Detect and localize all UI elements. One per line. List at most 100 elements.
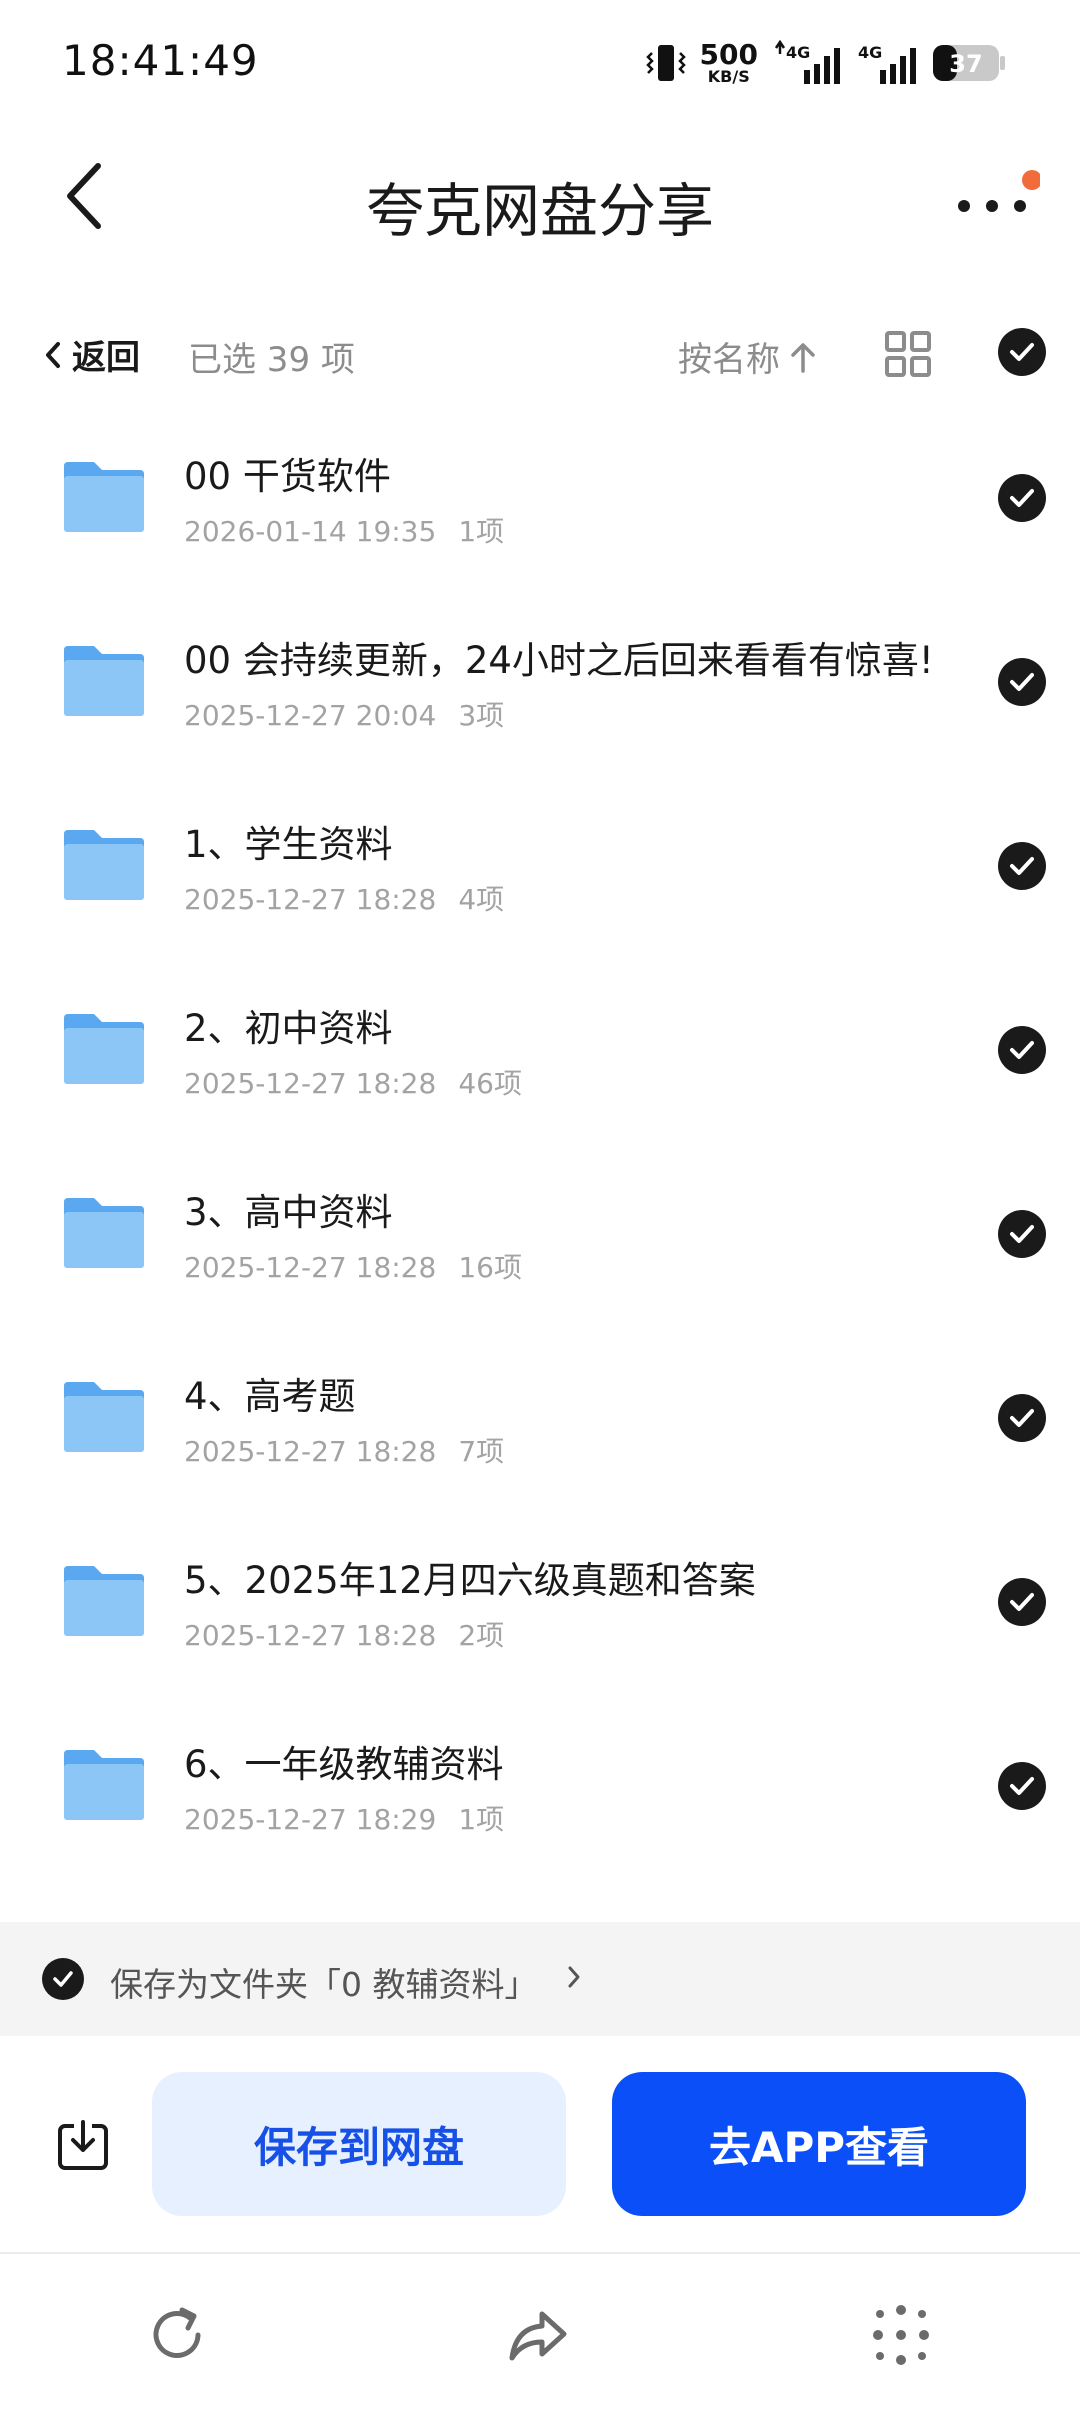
file-date: 2025-12-27 18:28	[184, 1435, 437, 1468]
battery-icon: 37	[932, 44, 1006, 82]
file-name: 5、2025年12月四六级真题和答案	[184, 1559, 756, 1602]
file-count: 46项	[458, 1067, 522, 1100]
file-date: 2025-12-27 18:28	[184, 1251, 437, 1284]
signal-2-label: 4G	[858, 43, 882, 62]
status-icons: 500 KB/S 4G 4G 37	[645, 38, 1006, 88]
status-time: 18:41:49	[62, 36, 259, 85]
list-item[interactable]: 1、学生资料 2025-12-27 18:28 4项	[0, 788, 1080, 972]
sort-button[interactable]: 按名称	[678, 332, 816, 381]
signal-1-icon: 4G	[774, 40, 840, 84]
file-meta: 2025-12-27 18:29 1项	[184, 1798, 504, 1838]
list-toolbar: 返回 已选 39 项 按名称	[0, 318, 1080, 388]
net-speed-value: 500	[699, 38, 758, 71]
item-checkbox[interactable]	[998, 1210, 1046, 1258]
file-count: 1项	[458, 515, 505, 548]
checkmark-icon	[1010, 1593, 1034, 1611]
refresh-icon[interactable]	[142, 2300, 212, 2370]
file-name: 00 会持续更新，24小时之后回来看看有惊喜!	[184, 639, 934, 682]
chevron-left-small-icon	[46, 341, 60, 368]
bottom-nav	[0, 2254, 1080, 2414]
folder-icon	[64, 1198, 144, 1268]
file-date: 2025-12-27 18:28	[184, 883, 437, 916]
list-item[interactable]: 5、2025年12月四六级真题和答案 2025-12-27 18:28 2项	[0, 1524, 1080, 1708]
item-checkbox[interactable]	[998, 1762, 1046, 1810]
item-checkbox[interactable]	[998, 1026, 1046, 1074]
folder-icon	[64, 1014, 144, 1084]
list-item[interactable]: 00 会持续更新，24小时之后回来看看有惊喜! 2025-12-27 20:04…	[0, 604, 1080, 788]
list-item[interactable]: 4、高考题 2025-12-27 18:28 7项	[0, 1340, 1080, 1524]
file-count: 4项	[458, 883, 505, 916]
checkmark-icon	[1010, 1409, 1034, 1427]
file-meta: 2025-12-27 18:28 46项	[184, 1062, 522, 1102]
save-as-folder-checkbox[interactable]	[42, 1958, 84, 2000]
item-checkbox[interactable]	[998, 474, 1046, 522]
dots-grid-icon[interactable]	[866, 2300, 936, 2370]
folder-icon	[64, 1382, 144, 1452]
save-as-folder-option[interactable]: 保存为文件夹「0 教辅资料」	[0, 1922, 1080, 2036]
file-name: 3、高中资料	[184, 1191, 393, 1234]
list-item[interactable]: 00 干货软件 2026-01-14 19:35 1项	[0, 420, 1080, 604]
file-list: 00 干货软件 2026-01-14 19:35 1项 00 会持续更新，24小时…	[0, 420, 1080, 1892]
file-meta: 2025-12-27 18:28 7项	[184, 1430, 504, 1470]
file-count: 7项	[458, 1435, 505, 1468]
file-name: 4、高考题	[184, 1375, 356, 1418]
save-to-drive-button[interactable]: 保存到网盘	[152, 2072, 566, 2216]
list-item[interactable]: 2、初中资料 2025-12-27 18:28 46项	[0, 972, 1080, 1156]
file-name: 1、学生资料	[184, 823, 393, 866]
notification-dot	[1022, 170, 1040, 190]
item-checkbox[interactable]	[998, 1578, 1046, 1626]
checkmark-icon	[1010, 1777, 1034, 1795]
select-all-checkbox[interactable]	[998, 328, 1046, 376]
more-dots-icon[interactable]	[950, 168, 1040, 228]
checkmark-icon	[1010, 857, 1034, 875]
list-item[interactable]: 3、高中资料 2025-12-27 18:28 16项	[0, 1156, 1080, 1340]
file-count: 1项	[458, 1803, 505, 1836]
file-count: 16项	[458, 1251, 522, 1284]
page-title: 夸克网盘分享	[365, 177, 714, 245]
header: 夸克网盘分享	[0, 128, 1080, 268]
file-name: 6、一年级教辅资料	[184, 1743, 504, 1786]
file-date: 2025-12-27 18:28	[184, 1619, 437, 1652]
folder-icon	[64, 646, 144, 716]
file-date: 2026-01-14 19:35	[184, 515, 437, 548]
folder-icon	[64, 1750, 144, 1820]
back-label: 返回	[72, 338, 140, 378]
item-checkbox[interactable]	[998, 842, 1046, 890]
file-date: 2025-12-27 18:29	[184, 1803, 437, 1836]
signal-1-label: 4G	[786, 43, 810, 62]
folder-icon	[64, 1566, 144, 1636]
save-as-folder-label: 保存为文件夹「0 教辅资料」	[110, 1965, 538, 2004]
open-in-app-button[interactable]: 去APP查看	[612, 2072, 1026, 2216]
file-name: 00 干货软件	[184, 455, 391, 498]
file-name: 2、初中资料	[184, 1007, 393, 1050]
checkmark-icon	[1010, 489, 1034, 507]
file-meta: 2025-12-27 18:28 2项	[184, 1614, 504, 1654]
sort-label: 按名称	[678, 340, 780, 380]
net-speed-unit: KB/S	[707, 67, 750, 86]
file-meta: 2025-12-27 18:28 16项	[184, 1246, 522, 1286]
action-bar: 保存到网盘 去APP查看	[0, 2036, 1080, 2254]
status-bar: 18:41:49 500 KB/S 4G 4G 37	[0, 0, 1080, 128]
share-icon[interactable]	[504, 2300, 574, 2370]
checkmark-icon	[1010, 343, 1034, 361]
file-count: 2项	[458, 1619, 505, 1652]
checkmark-icon	[53, 1971, 73, 1987]
file-count: 3项	[458, 699, 505, 732]
net-speed: 500 KB/S	[700, 41, 758, 85]
page: 18:41:49 500 KB/S 4G 4G 37 夸克网盘分享 返回 已选 …	[0, 0, 1080, 2414]
grid-view-icon[interactable]	[884, 330, 932, 378]
download-icon[interactable]	[56, 2118, 110, 2172]
file-meta: 2025-12-27 20:04 3项	[184, 694, 504, 734]
signal-2-icon: 4G	[858, 43, 916, 84]
selected-count: 已选 39 项	[188, 340, 355, 380]
file-date: 2025-12-27 20:04	[184, 699, 437, 732]
checkmark-icon	[1010, 673, 1034, 691]
list-item[interactable]: 6、一年级教辅资料 2025-12-27 18:29 1项	[0, 1708, 1080, 1892]
arrow-up-icon	[791, 342, 815, 373]
file-meta: 2025-12-27 18:28 4项	[184, 878, 504, 918]
item-checkbox[interactable]	[998, 1394, 1046, 1442]
folder-icon	[64, 462, 144, 532]
folder-icon	[64, 830, 144, 900]
back-to-parent-button[interactable]: 返回	[44, 330, 140, 379]
item-checkbox[interactable]	[998, 658, 1046, 706]
